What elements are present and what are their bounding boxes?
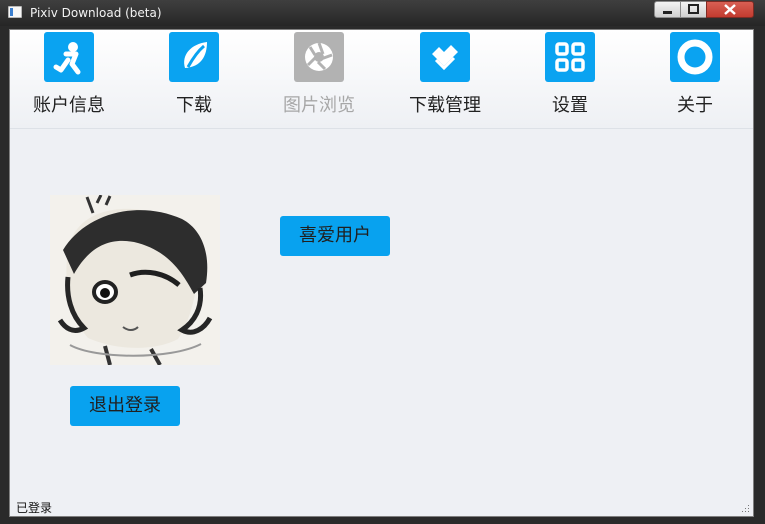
nav-settings[interactable]: 设置 <box>521 32 619 122</box>
app-window: Pixiv Download (beta) 账户信息 下载 图片浏览 下载管理 … <box>0 0 765 524</box>
window-title: Pixiv Download (beta) <box>30 6 162 20</box>
nav-about[interactable]: 关于 <box>646 32 744 122</box>
main-panel: 账户信息 下载 图片浏览 下载管理 设置 关于 喜爱用户 退出登录 已登录 <box>9 29 754 517</box>
settings-grid-icon <box>545 32 595 82</box>
status-text: 已登录 <box>16 501 53 515</box>
main-toolbar: 账户信息 下载 图片浏览 下载管理 设置 关于 <box>10 30 753 129</box>
about-ring-icon <box>670 32 720 82</box>
maximize-icon <box>688 4 699 14</box>
nav-download-label: 下载 <box>176 95 212 116</box>
minimize-button[interactable] <box>654 1 681 18</box>
nav-image-browse-label: 图片浏览 <box>283 95 355 116</box>
app-window-icon <box>8 6 22 18</box>
maximize-button[interactable] <box>680 1 707 18</box>
account-icon <box>44 32 94 82</box>
nav-download[interactable]: 下载 <box>145 32 243 122</box>
title-bar[interactable]: Pixiv Download (beta) <box>0 0 765 26</box>
nav-settings-label: 设置 <box>552 95 588 116</box>
favorite-users-button[interactable]: 喜爱用户 <box>280 216 390 256</box>
nav-download-manage-label: 下载管理 <box>409 95 481 116</box>
minimize-icon <box>663 11 672 14</box>
close-button[interactable] <box>706 1 754 18</box>
avatar <box>50 195 220 365</box>
close-icon <box>724 4 736 15</box>
camera-shutter-icon <box>294 32 344 82</box>
nav-about-label: 关于 <box>677 95 713 116</box>
nav-account[interactable]: 账户信息 <box>20 32 118 122</box>
resize-grip-icon[interactable] <box>740 503 750 513</box>
download-leaf-icon <box>169 32 219 82</box>
download-manage-icon <box>420 32 470 82</box>
nav-image-browse[interactable]: 图片浏览 <box>270 32 368 122</box>
logout-button[interactable]: 退出登录 <box>70 386 180 426</box>
nav-download-manage[interactable]: 下载管理 <box>396 32 494 122</box>
nav-account-label: 账户信息 <box>33 95 105 116</box>
